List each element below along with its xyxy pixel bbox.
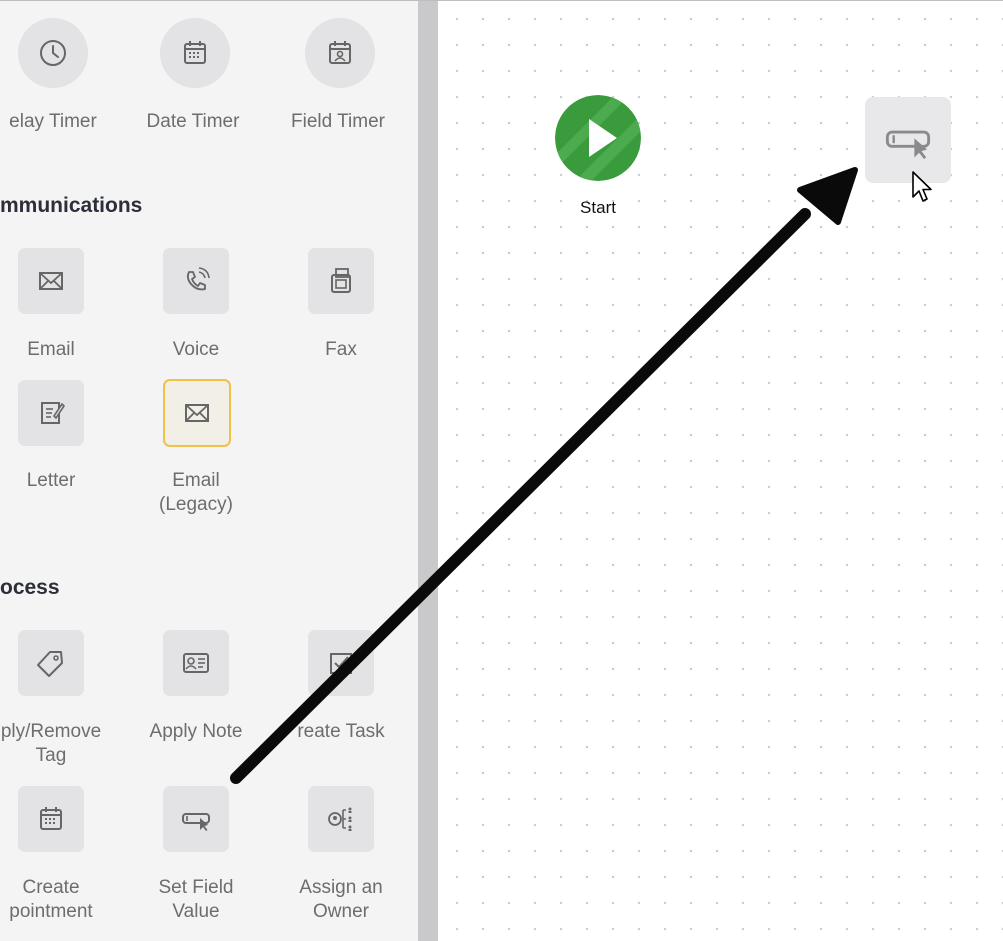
process-section-title: ocess [0,576,60,599]
field-cursor-icon [182,813,210,831]
set-field-value-label: Set Field Value [158,877,234,922]
play-icon [555,95,641,181]
voice-label: Voice [172,339,220,360]
envelope-icon [39,272,63,290]
set-field-value-tile[interactable] [163,786,229,852]
start-node-label: Start [580,198,616,217]
apply-note-label: Apply Note [149,721,243,742]
email-tile[interactable] [18,248,84,314]
delay-timer-tile[interactable] [18,18,88,88]
assign-owner-icon [328,807,352,831]
apply-remove-tag-label: ply/Remove Tag [0,721,102,766]
fax-label: Fax [325,339,357,360]
create-task-tile[interactable] [308,630,374,696]
assign-owner-tile[interactable] [308,786,374,852]
calendar-icon [40,807,62,830]
dragged-set-field-value-tile[interactable] [865,97,951,183]
fax-icon [331,268,351,293]
tag-icon [37,651,63,677]
field-timer-label: Field Timer [291,111,385,132]
task-check-icon [330,653,352,674]
create-appointment-tile[interactable] [18,786,84,852]
letter-edit-icon [41,402,66,424]
letter-label: Letter [26,470,76,491]
email-legacy-label: Email (Legacy) [159,470,233,515]
delay-timer-label: elay Timer [9,111,97,132]
mouse-pointer-icon [912,171,932,202]
assign-owner-label: Assign an Owner [299,877,383,922]
date-timer-tile[interactable] [160,18,230,88]
voice-tile[interactable] [163,248,229,314]
calendar-person-icon [329,41,351,64]
field-timer-tile[interactable] [305,18,375,88]
envelope-icon [185,404,209,422]
clock-icon [40,40,66,66]
communications-section-title: mmunications [0,194,143,217]
apply-remove-tag-tile[interactable] [18,630,84,696]
letter-tile[interactable] [18,380,84,446]
top-border [0,0,1003,1]
contact-card-icon [183,653,209,673]
fax-tile[interactable] [308,248,374,314]
sidebar-resize-handle[interactable] [418,0,438,941]
email-label: Email [27,339,75,360]
create-task-label: reate Task [297,721,385,742]
field-cursor-icon [885,130,931,160]
date-timer-label: Date Timer [146,111,240,132]
create-appointment-label: Create pointment [9,877,93,922]
email-legacy-tile[interactable] [163,379,231,447]
start-node[interactable] [555,95,641,181]
apply-note-tile[interactable] [163,630,229,696]
element-palette-sidebar: elay Timer Date Timer Field Timer mmunic… [0,0,418,941]
calendar-icon [184,41,206,64]
phone-icon [186,267,210,291]
